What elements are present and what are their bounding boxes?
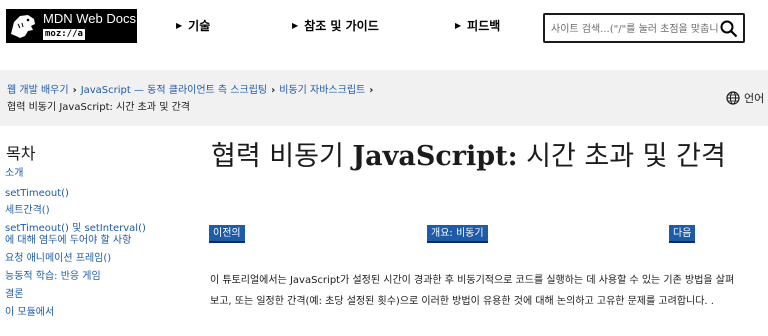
toc-item: 세트간격()	[5, 205, 155, 217]
toc-item: setTimeout()	[5, 188, 155, 200]
search-icon[interactable]	[719, 19, 739, 39]
previous-button[interactable]: 이전의	[209, 225, 245, 243]
search-box	[543, 13, 745, 43]
next-button[interactable]: 다음	[669, 225, 696, 243]
toc-link[interactable]: 결론	[5, 289, 155, 301]
caret-right-icon: ▶	[292, 21, 299, 30]
toc-link[interactable]: 요청 애니메이션 프레임()	[5, 253, 155, 265]
toc-item: 능동적 학습: 반응 게임	[5, 271, 155, 283]
title-part: 시간 초과 및 간격	[517, 141, 726, 172]
chevron-right-icon: ›	[72, 85, 77, 96]
search-input[interactable]	[551, 20, 719, 38]
language-label: 언어	[744, 92, 765, 105]
logo-text: MDN Web Docs	[43, 11, 136, 26]
toc-link[interactable]: 소개	[5, 168, 155, 180]
chevron-right-icon: ›	[369, 85, 374, 96]
dinosaur-icon	[11, 15, 35, 38]
chevron-right-icon: ›	[271, 85, 276, 96]
caret-right-icon: ▶	[176, 21, 183, 30]
toc-link[interactable]: 능동적 학습: 반응 게임	[5, 271, 155, 283]
globe-icon	[726, 91, 740, 105]
toc-link[interactable]: setTimeout() 및 setInterval()에 대해 염두에 두어야…	[5, 223, 155, 247]
breadcrumb-current: 협력 비동기 JavaScript: 시간 초과 및 간격	[7, 102, 190, 113]
toc-item: setTimeout() 및 setInterval()에 대해 염두에 두어야…	[5, 223, 155, 247]
language-button[interactable]: 언어	[726, 90, 764, 106]
toc-link[interactable]: 세트간격()	[5, 205, 155, 217]
toc-item: 이 모듈에서	[5, 307, 155, 319]
table-of-contents: 소개 setTimeout() 세트간격() setTimeout() 및 se…	[5, 168, 155, 319]
mdn-logo[interactable]: MDN Web Docs moz://a	[6, 9, 137, 43]
site-header: MDN Web Docs moz://a ▶ 기술 ▶ 참조 및 가이드 ▶ 피…	[0, 0, 768, 58]
mozilla-wordmark: moz://a	[43, 29, 85, 40]
breadcrumb-link[interactable]: 비동기 자바스크립트	[279, 85, 365, 96]
nav-technologies[interactable]: ▶ 기술	[176, 17, 210, 34]
caret-right-icon: ▶	[455, 21, 462, 30]
nav-label: 기술	[188, 19, 211, 33]
toc-title: 목차	[6, 144, 36, 163]
nav-label: 피드백	[467, 19, 501, 33]
breadcrumb: 웹 개발 배우기 › JavaScript — 동적 클라이언트 측 스크립팅 › 비동…	[7, 82, 447, 116]
breadcrumb-link[interactable]: 웹 개발 배우기	[7, 85, 69, 96]
breadcrumb-bar: 웹 개발 배우기 › JavaScript — 동적 클라이언트 측 스크립팅 › 비동…	[0, 70, 768, 126]
overview-button[interactable]: 개요: 비동기	[427, 225, 488, 243]
toc-item: 결론	[5, 289, 155, 301]
title-part: JavaScript:	[352, 141, 518, 172]
toc-item: 소개	[5, 168, 155, 180]
title-part: 협력 비동기	[211, 141, 353, 172]
toc-link[interactable]: setTimeout()	[5, 188, 155, 200]
page-title: 협력 비동기 JavaScript: 시간 초과 및 간격	[211, 140, 761, 174]
breadcrumb-link[interactable]: JavaScript — 동적 클라이언트 측 스크립팅	[81, 85, 267, 96]
toc-link[interactable]: 이 모듈에서	[5, 307, 155, 319]
intro-paragraph: 이 튜토리얼에서는 JavaScript가 설정된 시간이 경과한 후 비동기적…	[210, 275, 735, 307]
nav-label: 참조 및 가이드	[304, 19, 379, 33]
nav-references-guides[interactable]: ▶ 참조 및 가이드	[292, 17, 379, 34]
nav-feedback[interactable]: ▶ 피드백	[455, 17, 500, 34]
toc-item: 요청 애니메이션 프레임()	[5, 253, 155, 265]
